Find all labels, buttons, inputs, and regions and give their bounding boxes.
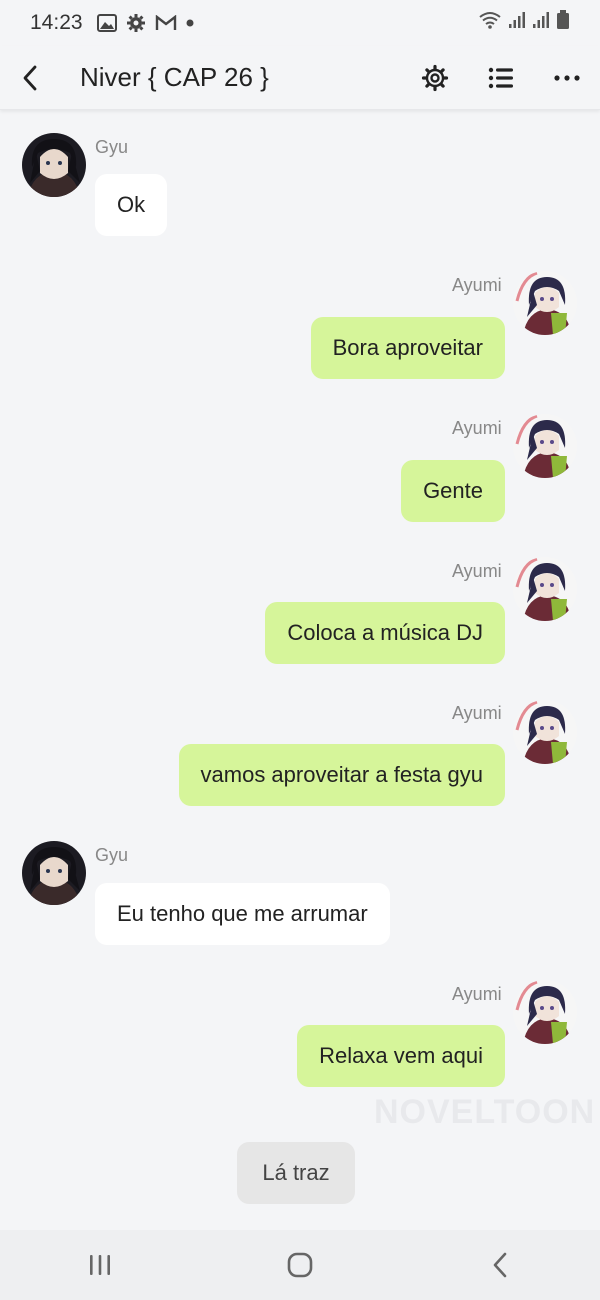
watermark: NOVELTOON	[374, 1093, 596, 1131]
status-time: 14:23	[30, 11, 83, 34]
avatar-ayumi[interactable]	[513, 271, 577, 335]
message-bubble: Eu tenho que me arrumar	[95, 883, 390, 945]
dot-icon	[186, 19, 194, 27]
continue-button[interactable]: Lá traz	[237, 1142, 355, 1204]
page-title: Niver { CAP 26 }	[80, 62, 269, 92]
recent-apps-icon	[90, 1255, 110, 1275]
recent-apps-button[interactable]	[60, 1235, 140, 1295]
avatar-ayumi[interactable]	[513, 700, 577, 764]
image-icon	[96, 14, 117, 32]
sender-name: Ayumi	[452, 418, 502, 438]
sender-name: Ayumi	[452, 561, 502, 581]
nav-bar	[0, 1230, 600, 1300]
gmail-icon	[155, 15, 177, 31]
back-icon	[493, 1252, 507, 1278]
battery-icon	[556, 10, 570, 36]
gear-icon	[126, 13, 146, 33]
sender-name: Ayumi	[452, 703, 502, 723]
sender-name: Ayumi	[452, 275, 502, 295]
list-icon	[488, 67, 513, 88]
system-back-button[interactable]	[460, 1235, 540, 1295]
status-bar: 14:23	[0, 0, 600, 46]
sender-name: Gyu	[95, 845, 129, 865]
settings-icon	[421, 64, 449, 91]
signal-icon	[508, 11, 526, 35]
avatar-gyu[interactable]	[22, 133, 86, 197]
avatar-ayumi[interactable]	[513, 980, 577, 1044]
message-bubble: Coloca a música DJ	[265, 602, 505, 664]
message-bubble: Relaxa vem aqui	[297, 1025, 505, 1087]
message-bubble: Ok	[95, 174, 168, 236]
sender-name: Ayumi	[452, 984, 502, 1004]
avatar-gyu[interactable]	[22, 841, 86, 905]
avatar-ayumi[interactable]	[513, 414, 577, 478]
more-icon	[554, 74, 580, 81]
chapter-list-button[interactable]	[468, 54, 534, 102]
message-bubble: vamos aproveitar a festa gyu	[178, 744, 505, 806]
back-button[interactable]	[6, 54, 54, 102]
back-icon	[23, 65, 37, 90]
settings-button[interactable]	[402, 54, 468, 102]
wifi-icon	[478, 11, 502, 35]
more-button[interactable]	[534, 54, 600, 102]
home-icon	[287, 1252, 313, 1278]
home-button[interactable]	[260, 1235, 340, 1295]
signal-icon	[532, 11, 550, 35]
avatar-ayumi[interactable]	[513, 557, 577, 621]
message-bubble: Gente	[401, 460, 505, 522]
message-bubble: Bora aproveitar	[310, 317, 505, 379]
sender-name: Gyu	[95, 137, 129, 157]
chat-header: Niver { CAP 26 }	[0, 46, 600, 110]
